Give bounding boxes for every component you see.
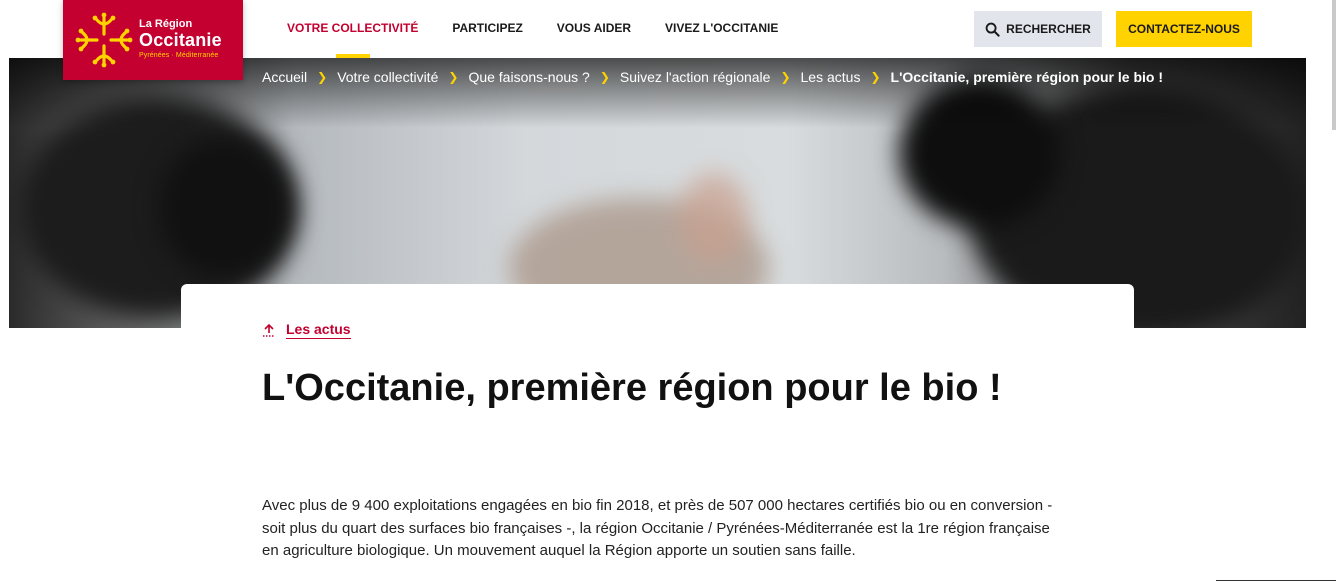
contact-button[interactable]: CONTACTEZ-NOUS	[1116, 11, 1252, 47]
divider	[1216, 580, 1336, 581]
arrow-up-icon	[263, 323, 275, 337]
logo-line-2: Occitanie	[139, 30, 222, 50]
nav-item-participez[interactable]: PARTICIPEZ	[435, 0, 539, 58]
page-title: L'Occitanie, première région pour le bio…	[262, 367, 1002, 409]
breadcrumb-item-collectivite[interactable]: Votre collectivité	[337, 69, 438, 85]
search-button-label: RECHERCHER	[1006, 22, 1091, 36]
breadcrumb-item-action-regionale[interactable]: Suivez l'action régionale	[620, 69, 771, 85]
chevron-right-icon: ❯	[780, 70, 791, 84]
chevron-right-icon: ❯	[599, 70, 610, 84]
breadcrumb-item-accueil[interactable]: Accueil	[262, 69, 307, 85]
hero-lens-left	[159, 138, 289, 278]
chevron-right-icon: ❯	[448, 70, 459, 84]
chevron-right-icon: ❯	[317, 70, 328, 84]
breadcrumb: Accueil ❯ Votre collectivité ❯ Que faiso…	[262, 69, 1163, 85]
breadcrumb-item-les-actus[interactable]: Les actus	[801, 69, 861, 85]
chevron-right-icon: ❯	[870, 70, 881, 84]
main-nav: VOTRE COLLECTIVITÉ PARTICIPEZ VOUS AIDER…	[270, 0, 795, 58]
breadcrumb-current: L'Occitanie, première région pour le bio…	[890, 69, 1164, 85]
logo-line-3: Pyrénées · Méditerranée	[139, 52, 219, 59]
back-to-actus-link[interactable]: Les actus	[262, 321, 351, 339]
breadcrumb-item-que-faisons-nous[interactable]: Que faisons-nous ?	[468, 69, 589, 85]
article-card: Les actus L'Occitanie, première région p…	[181, 284, 1134, 583]
search-icon	[985, 22, 1000, 37]
nav-item-vivez-occitanie[interactable]: VIVEZ L'OCCITANIE	[648, 0, 795, 58]
site-logo[interactable]: La Région Occitanie Pyrénées · Méditerra…	[63, 0, 243, 80]
logo-line-1: La Région	[139, 18, 193, 30]
occitan-cross-icon	[75, 12, 133, 68]
hero-head	[679, 173, 749, 263]
nav-item-votre-collectivite[interactable]: VOTRE COLLECTIVITÉ	[270, 0, 435, 58]
back-link-label: Les actus	[286, 321, 351, 339]
article-lead: Avec plus de 9 400 exploitations engagée…	[262, 497, 1053, 559]
nav-item-vous-aider[interactable]: VOUS AIDER	[540, 0, 648, 58]
scrollbar-thumb[interactable]	[1332, 0, 1336, 130]
search-button[interactable]: RECHERCHER	[974, 11, 1102, 47]
